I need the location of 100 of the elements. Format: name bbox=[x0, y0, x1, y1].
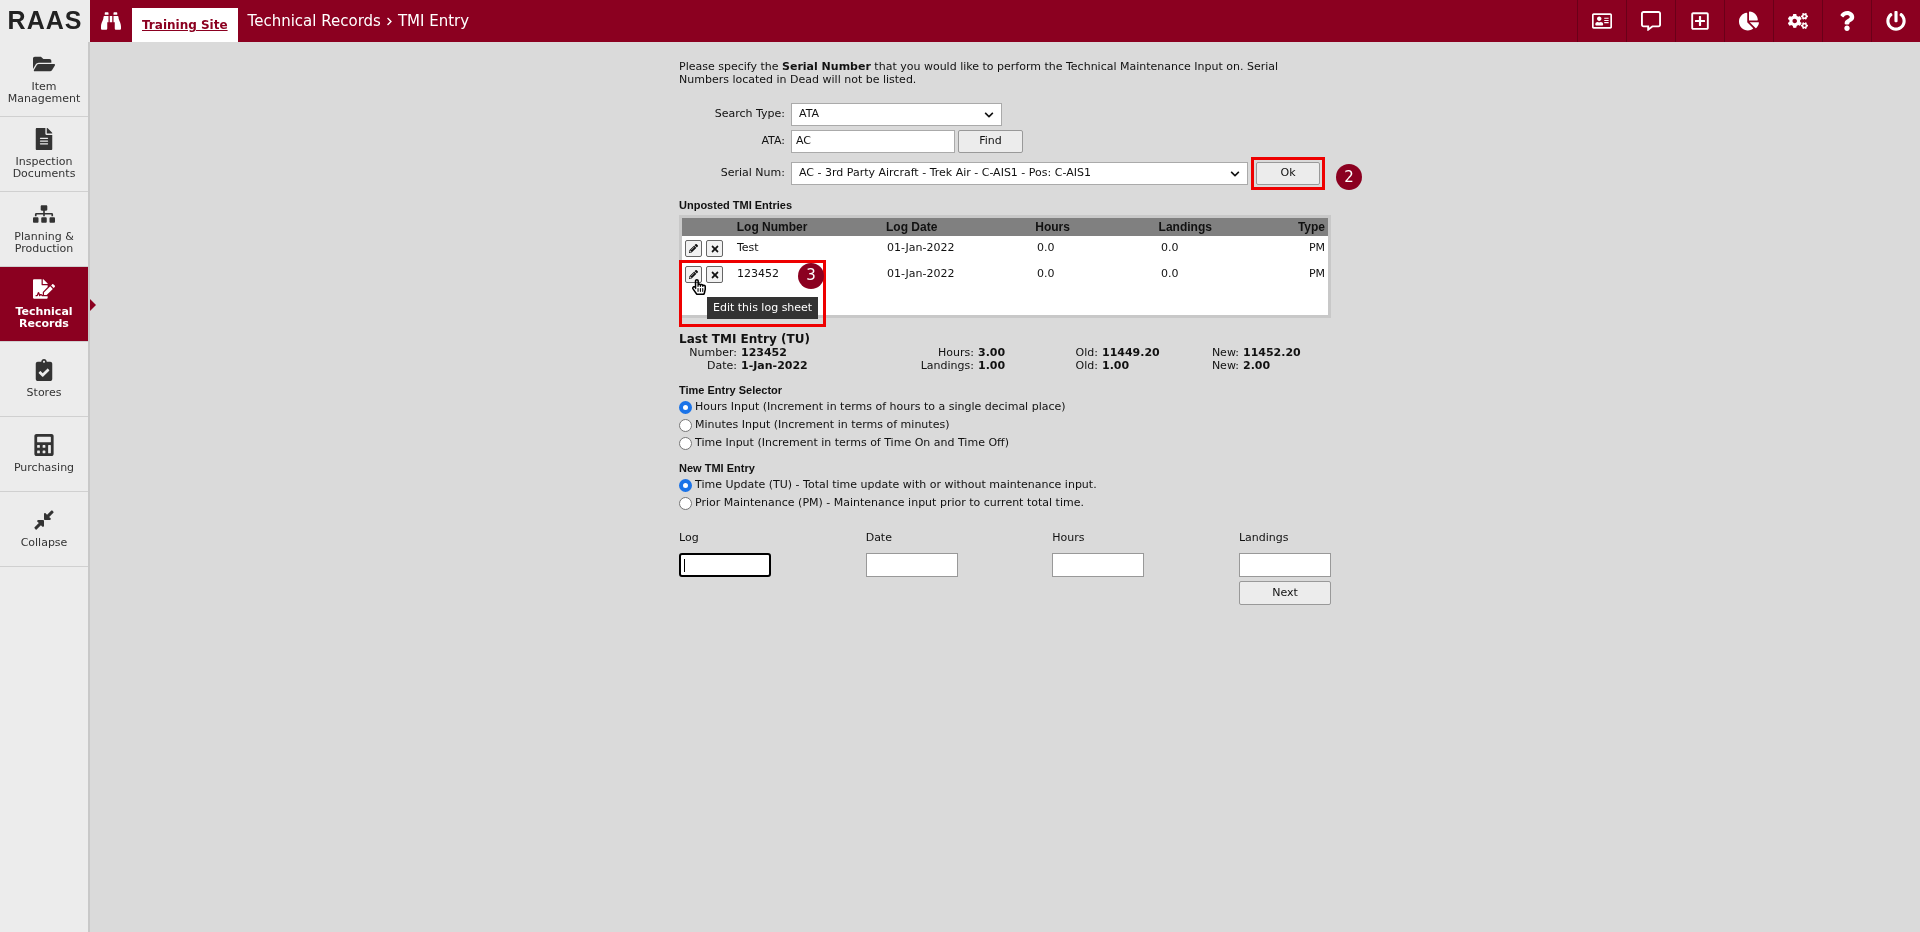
delete-button[interactable] bbox=[706, 266, 723, 283]
binoculars-icon[interactable] bbox=[101, 11, 121, 31]
info-label: Old: bbox=[1075, 358, 1098, 372]
add-icon[interactable] bbox=[1690, 11, 1710, 31]
sidebar-label: Purchasing bbox=[13, 462, 75, 474]
radio-label: Time Update (TU) - Total time update with or without maintenance input. bbox=[695, 477, 1097, 494]
radio-label: Hours Input (Increment in terms of hours to a single decimal place) bbox=[695, 398, 1066, 415]
sidebar-item[interactable]: Item Management bbox=[0, 42, 88, 117]
text-input[interactable] bbox=[865, 553, 958, 577]
table-cell: 0.0 bbox=[1037, 267, 1055, 281]
info-value: 1-Jan-2022 bbox=[741, 358, 808, 372]
tooltip: Edit this log sheet bbox=[707, 296, 819, 319]
radio-button[interactable] bbox=[679, 418, 692, 432]
flowchart-icon bbox=[33, 203, 55, 225]
section-title: Last TMI Entry (TU) bbox=[679, 331, 811, 346]
document-icon bbox=[33, 128, 55, 150]
text-caret bbox=[684, 558, 685, 572]
serial-number-select[interactable]: AC - 3rd Party Aircraft - Trek Air - C-AIS1 - Pos: C-AIS1 bbox=[791, 162, 1248, 185]
logo: RAAS bbox=[0, 0, 90, 42]
field-label: Log bbox=[679, 529, 700, 546]
sidebar-label: Item Management bbox=[6, 81, 82, 105]
table-cell: PM bbox=[1308, 267, 1325, 281]
signed-document-icon bbox=[33, 278, 55, 300]
sidebar-label: Technical Records bbox=[14, 306, 74, 330]
column-header: Log Number bbox=[736, 218, 809, 236]
clipboard-check-icon bbox=[33, 359, 55, 381]
close-icon bbox=[709, 269, 720, 280]
radio-label: Prior Maintenance (PM) - Maintenance input prior to current total time. bbox=[695, 495, 1084, 512]
table-cell: 01-Jan-2022 bbox=[887, 241, 955, 255]
radio-button[interactable] bbox=[679, 479, 692, 492]
sidebar-label: Stores bbox=[26, 387, 62, 399]
info-value: 1.00 bbox=[978, 358, 1006, 372]
instruction-text: Please specify the Serial Number that you would like to perform the Technical Maintenance Input on. Serial Numbers located in Dead will not be listed. bbox=[679, 60, 1280, 86]
ok-button[interactable]: Ok bbox=[1256, 162, 1320, 185]
ata-input[interactable]: AC bbox=[791, 130, 955, 153]
chevron-icon bbox=[384, 16, 394, 26]
sidebar-item[interactable]: Stores bbox=[0, 342, 88, 417]
radio-button[interactable] bbox=[679, 436, 692, 450]
column-header: Hours bbox=[1035, 218, 1071, 236]
sidebar-item[interactable]: Purchasing bbox=[0, 417, 88, 492]
search-type-select[interactable]: ATA bbox=[791, 103, 1002, 126]
info-label: Number: bbox=[689, 345, 737, 359]
text-input[interactable] bbox=[1238, 553, 1331, 577]
calculator-icon bbox=[33, 434, 55, 456]
column-header: Landings bbox=[1158, 218, 1213, 236]
radio-button[interactable] bbox=[679, 497, 692, 510]
hand-cursor-icon bbox=[692, 278, 706, 295]
info-value: 11449.20 bbox=[1102, 345, 1160, 359]
next-button[interactable]: Next bbox=[1239, 581, 1331, 605]
power-icon[interactable] bbox=[1886, 11, 1906, 31]
radio-label: Minutes Input (Increment in terms of minutes) bbox=[695, 416, 950, 433]
text-input[interactable] bbox=[1052, 553, 1145, 577]
pencil-icon bbox=[689, 270, 698, 279]
sidebar-item[interactable]: Collapse bbox=[0, 492, 88, 567]
radio-label: Time Input (Increment in terms of Time On and Time Off) bbox=[695, 434, 1009, 451]
info-label: Old: bbox=[1075, 345, 1098, 359]
info-label: New: bbox=[1211, 345, 1239, 359]
table-cell: Test bbox=[737, 241, 759, 255]
breadcrumb-item[interactable]: Technical Records bbox=[247, 9, 381, 33]
info-label: New: bbox=[1211, 358, 1239, 372]
step-number: 2 bbox=[1336, 164, 1362, 190]
section-title: Time Entry Selector bbox=[679, 382, 784, 398]
table-cell: 01-Jan-2022 bbox=[887, 267, 955, 281]
find-button[interactable]: Find bbox=[958, 130, 1023, 153]
delete-button[interactable] bbox=[706, 240, 723, 257]
info-label: Landings: bbox=[920, 358, 974, 372]
radio-button[interactable] bbox=[679, 400, 692, 414]
breadcrumb-item: TMI Entry bbox=[397, 10, 470, 32]
info-value: 11452.20 bbox=[1243, 345, 1301, 359]
info-value: 123452 bbox=[741, 345, 787, 359]
chevron-icon bbox=[984, 109, 994, 120]
settings-icon[interactable] bbox=[1788, 11, 1808, 31]
edit-button[interactable] bbox=[685, 240, 702, 257]
section-title: Unposted TMI Entries bbox=[679, 198, 794, 213]
column-header: Log Date bbox=[885, 218, 939, 236]
id-card-icon[interactable] bbox=[1592, 11, 1612, 31]
site-tab[interactable]: Training Site bbox=[132, 8, 238, 42]
sidebar-label: Planning & Production bbox=[13, 231, 75, 255]
sidebar-item[interactable]: Inspection Documents bbox=[0, 117, 88, 192]
step-number: 3 bbox=[798, 262, 824, 289]
pie-chart-icon[interactable] bbox=[1739, 11, 1759, 31]
table-cell: 123452 bbox=[737, 267, 779, 281]
info-label: Hours: bbox=[938, 345, 974, 359]
field-label: Landings bbox=[1238, 529, 1290, 546]
text-input[interactable] bbox=[679, 553, 771, 577]
field-label: ATA: bbox=[760, 133, 785, 150]
field-label: Hours bbox=[1052, 529, 1086, 546]
comment-icon[interactable] bbox=[1641, 11, 1661, 31]
edit-button[interactable] bbox=[685, 266, 702, 283]
sidebar-label: Collapse bbox=[20, 537, 68, 549]
field-label: Search Type: bbox=[713, 106, 785, 123]
table-cell: PM bbox=[1308, 241, 1325, 255]
table-cell: 0.0 bbox=[1161, 241, 1179, 255]
info-value: 3.00 bbox=[978, 345, 1006, 359]
close-icon bbox=[709, 243, 720, 254]
column-header: Type bbox=[1297, 218, 1325, 236]
pencil-icon bbox=[689, 244, 698, 253]
pointer-icon bbox=[90, 299, 96, 311]
chevron-icon bbox=[1230, 168, 1240, 179]
section-title: New TMI Entry bbox=[679, 461, 756, 476]
